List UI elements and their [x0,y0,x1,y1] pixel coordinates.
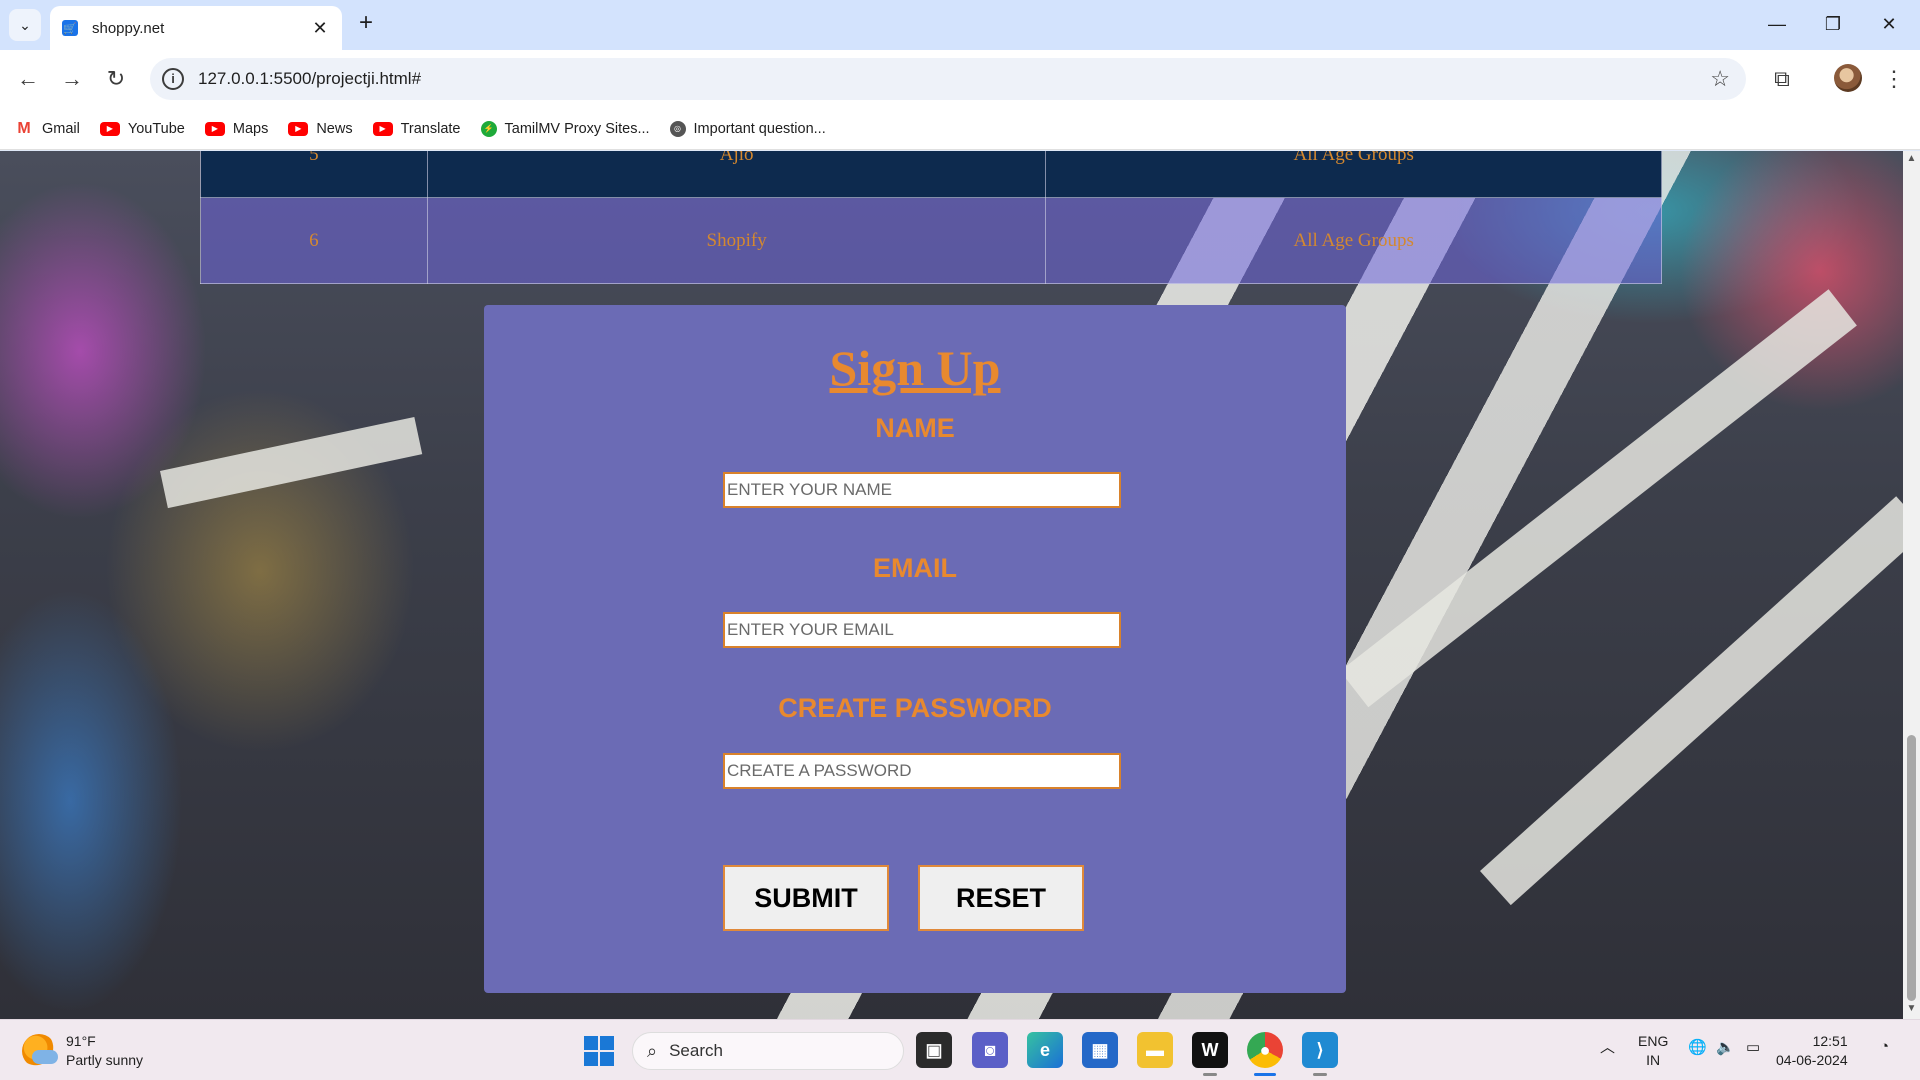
region-code: IN [1646,1052,1661,1068]
edge-icon[interactable]: e [1027,1032,1063,1068]
forward-arrow-icon[interactable]: → [56,63,88,95]
more-menu-icon[interactable]: ⋮ [1878,63,1910,95]
tab-strip: ⌄ 🛒 shoppy.net ✕ + — ❐ ✕ [0,0,1920,50]
youtube-icon: ▶ [99,121,120,136]
bookmark-label: TamilMV Proxy Sites... [504,120,650,137]
password-input[interactable] [723,753,1121,789]
scroll-thumb[interactable] [1907,735,1916,1001]
language-code: ENG [1638,1033,1669,1049]
scroll-down-icon[interactable]: ▼ [1903,1003,1920,1014]
url-text[interactable]: 127.0.0.1:5500/projectji.html# [198,69,1710,89]
minimize-icon[interactable]: — [1754,8,1800,40]
table-cell-name: Shopify [426,197,1047,284]
bookmark-label: YouTube [127,120,185,137]
bookmark-label: Gmail [42,120,80,137]
close-tab-icon[interactable]: ✕ [310,18,330,39]
tamilmv-icon: ⚡ [480,120,497,137]
bookmark-important-question[interactable]: ◎ Important question... [669,120,826,137]
webex-icon[interactable]: W [1192,1032,1228,1068]
password-label: CREATE PASSWORD [778,693,1052,723]
browser-tab[interactable]: 🛒 shoppy.net ✕ [50,6,342,50]
windows-start-icon[interactable] [584,1036,614,1066]
clock-date: 04-06-2024 [1776,1052,1848,1068]
teams-chat-icon[interactable]: ◙ [972,1032,1008,1068]
reload-icon[interactable]: ↻ [100,63,132,95]
table-cell-group: All Age Groups [1045,197,1662,284]
cart-favicon-icon: 🛒 [62,20,78,36]
battery-icon[interactable]: ▭ [1746,1038,1760,1056]
close-window-icon[interactable]: ✕ [1866,8,1912,40]
store-icon[interactable]: ▦ [1082,1032,1118,1068]
page-viewport: 5 Ajio All Age Groups 6 Shopify All Age … [0,151,1920,1019]
windows-taskbar: 91°F Partly sunny ⌕ Search ▣ ◙ e ▦ ▬ W ●… [0,1019,1920,1080]
table-cell-number: 6 [200,197,428,284]
bookmark-label: Maps [232,120,269,137]
globe-icon: ◎ [669,120,686,137]
page-scrollbar[interactable]: ▲ ▼ [1903,151,1920,1019]
partly-sunny-icon [22,1034,58,1068]
back-arrow-icon[interactable]: ← [12,63,44,95]
signup-form: Sign Up NAME EMAIL CREATE PASSWORD SUBMI… [484,305,1346,993]
browser-toolbar: ← → ↻ i 127.0.0.1:5500/projectji.html# ☆… [0,50,1920,108]
table-cell-group: All Age Groups [1045,151,1662,198]
bookmark-translate[interactable]: ▶ Translate [372,120,461,137]
table-cell-name: Ajio [426,151,1047,198]
submit-button[interactable]: SUBMIT [723,865,889,931]
email-input[interactable] [723,612,1121,648]
youtube-icon: ▶ [204,121,225,136]
tab-search-chevron-icon[interactable]: ⌄ [9,9,41,41]
name-label: NAME [875,413,955,443]
extensions-puzzle-icon[interactable]: ⧉ [1766,63,1798,95]
bookmark-gmail[interactable]: M Gmail [14,119,80,137]
table-row: 6 Shopify All Age Groups [200,197,1662,284]
search-icon: ⌕ [647,1040,658,1061]
road-stripe [160,416,423,509]
email-label: EMAIL [873,553,957,583]
address-bar[interactable]: i 127.0.0.1:5500/projectji.html# ☆ [150,58,1746,100]
app-running-indicator [1203,1073,1217,1076]
app-running-indicator [1313,1073,1327,1076]
table-row: 5 Ajio All Age Groups [200,151,1662,198]
new-tab-plus-icon[interactable]: + [352,10,380,38]
signup-title: Sign Up [829,340,1001,396]
profile-avatar[interactable] [1834,64,1862,92]
site-info-icon[interactable]: i [162,68,184,90]
vscode-icon[interactable]: ⟩ [1302,1032,1338,1068]
volume-icon[interactable]: 🔈 [1716,1038,1735,1056]
hidden-icons-chevron-icon[interactable]: ︿ [1600,1036,1615,1057]
taskbar-search[interactable]: ⌕ Search [632,1032,904,1070]
bookmarks-bar: M Gmail ▶ YouTube ▶ Maps ▶ News ▶ Transl… [0,108,1920,150]
network-globe-icon[interactable]: 🌐 [1688,1038,1707,1056]
scroll-up-icon[interactable]: ▲ [1903,153,1920,164]
clock-time: 12:51 [1812,1033,1848,1049]
bookmark-tamilmv[interactable]: ⚡ TamilMV Proxy Sites... [480,120,650,137]
bookmark-label: Translate [400,120,461,137]
table-cell-number: 5 [200,151,428,198]
name-input[interactable] [723,472,1121,508]
task-view-icon[interactable]: ▣ [916,1032,952,1068]
gmail-icon: M [17,119,31,137]
language-indicator[interactable]: ENG IN [1638,1032,1668,1070]
tab-title: shoppy.net [92,19,165,37]
youtube-icon: ▶ [288,121,309,136]
bookmark-youtube[interactable]: ▶ YouTube [99,120,185,137]
restore-icon[interactable]: ❐ [1810,8,1856,40]
bookmark-label: Important question... [693,120,826,137]
taskbar-clock[interactable]: 12:51 04-06-2024 [1776,1032,1848,1070]
file-explorer-icon[interactable]: ▬ [1137,1032,1173,1068]
apps-table: 5 Ajio All Age Groups 6 Shopify All Age … [200,151,1662,284]
notifications-icon[interactable]: ◔ [1880,1038,1889,1055]
app-active-indicator [1254,1073,1276,1076]
chrome-icon[interactable]: ● [1247,1032,1283,1068]
bookmark-maps[interactable]: ▶ Maps [204,120,269,137]
reset-button[interactable]: RESET [918,865,1084,931]
bookmark-news[interactable]: ▶ News [288,120,353,137]
weather-temperature: 91°F [66,1033,96,1049]
weather-condition: Partly sunny [66,1052,144,1068]
search-label: Search [669,1041,723,1060]
bookmark-star-icon[interactable]: ☆ [1710,66,1730,92]
youtube-icon: ▶ [372,121,393,136]
bookmark-label: News [316,120,353,137]
weather-widget[interactable]: 91°F Partly sunny [22,1032,143,1070]
